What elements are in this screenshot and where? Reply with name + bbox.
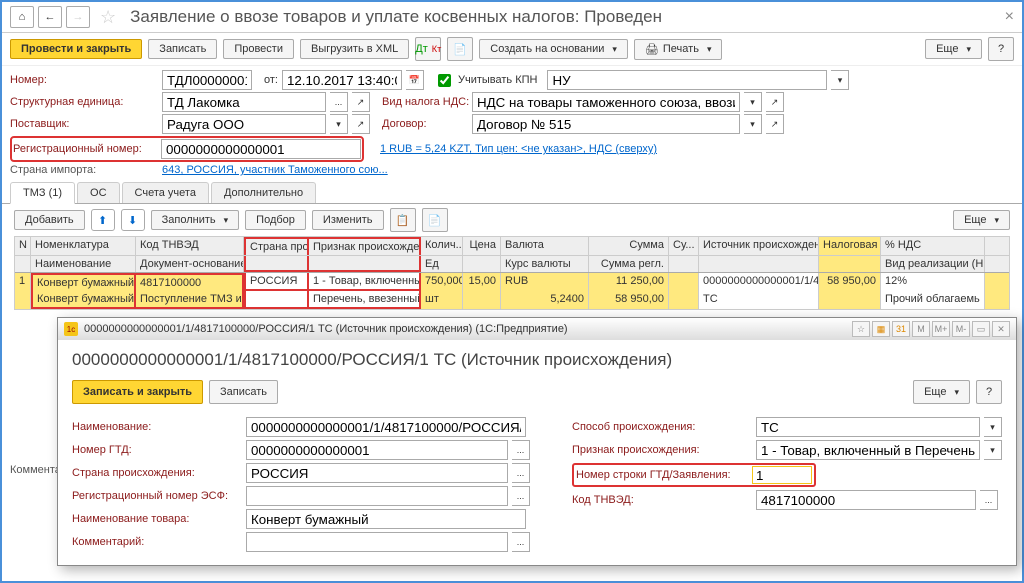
nomer-input[interactable] bbox=[162, 70, 252, 90]
struct-label: Структурная единица: bbox=[10, 96, 158, 108]
dialog-title: 0000000000000001/1/4817100000/РОССИЯ/1 Т… bbox=[84, 323, 568, 335]
strana-link[interactable]: 643, РОССИЯ, участник Таможенного сою... bbox=[162, 164, 388, 176]
paste-icon[interactable]: 📄 bbox=[422, 208, 448, 232]
rate-link[interactable]: 1 RUB = 5,24 KZT, Тип цен: <не указан>, … bbox=[380, 143, 657, 155]
up-icon[interactable]: ⬆ bbox=[91, 209, 115, 231]
down-icon[interactable]: ⬇ bbox=[121, 209, 145, 231]
mminus-icon[interactable]: M- bbox=[952, 321, 970, 337]
gtd-sel[interactable]: ... bbox=[512, 440, 530, 460]
dogovor-label: Договор: bbox=[382, 118, 468, 130]
vygruzit-xml-button[interactable]: Выгрузить в XML bbox=[300, 39, 409, 59]
esche-button[interactable]: Еще bbox=[925, 39, 982, 59]
tab-scheta[interactable]: Счета учета bbox=[122, 182, 209, 203]
tab-dop[interactable]: Дополнительно bbox=[211, 182, 316, 203]
tab-tmz[interactable]: ТМЗ (1) bbox=[10, 182, 75, 204]
fav-icon[interactable]: ☆ bbox=[852, 321, 870, 337]
dlg-priz[interactable] bbox=[756, 440, 980, 460]
m-icon[interactable]: M bbox=[912, 321, 930, 337]
attach-icon[interactable]: ДтКт bbox=[415, 37, 441, 61]
komment-label: Коммента bbox=[10, 464, 61, 476]
dlg-naimtov[interactable] bbox=[246, 509, 526, 529]
tab-os[interactable]: ОС bbox=[77, 182, 120, 203]
origin-dialog: 1c 0000000000000001/1/4817100000/РОССИЯ/… bbox=[57, 317, 1017, 566]
kpn-checkbox[interactable] bbox=[438, 74, 451, 87]
sozdat-button[interactable]: Создать на основании bbox=[479, 39, 628, 59]
pechat-button[interactable]: 🖨 Печать bbox=[634, 39, 723, 60]
vid-input[interactable] bbox=[472, 92, 740, 112]
dobavit-button[interactable]: Добавить bbox=[14, 210, 85, 230]
strana-sel[interactable]: ... bbox=[512, 463, 530, 483]
calc-icon[interactable]: ▦ bbox=[872, 321, 890, 337]
ot-input[interactable] bbox=[282, 70, 402, 90]
app-icon: 1c bbox=[64, 322, 78, 336]
dlg-gtd[interactable] bbox=[246, 440, 508, 460]
vid-open[interactable]: ↗ bbox=[766, 92, 784, 112]
vid-dd[interactable]: ▾ bbox=[744, 92, 762, 112]
help-icon[interactable]: ? bbox=[988, 37, 1014, 61]
struct-sel[interactable]: ... bbox=[330, 92, 348, 112]
nomer-label: Номер: bbox=[10, 74, 158, 86]
strana-label: Страна импорта: bbox=[10, 164, 158, 176]
dlg-komm[interactable] bbox=[246, 532, 508, 552]
grid-esche-button[interactable]: Еще bbox=[953, 210, 1010, 230]
dlg-min-icon[interactable]: ▭ bbox=[972, 321, 990, 337]
reg-input[interactable] bbox=[161, 139, 361, 159]
provesti-button[interactable]: Провести bbox=[223, 39, 294, 59]
dlg-sposob[interactable] bbox=[756, 417, 980, 437]
ot-label: от: bbox=[264, 74, 278, 86]
page-title: Заявление о ввозе товаров и уплате косве… bbox=[130, 7, 662, 27]
kod-sel[interactable]: ... bbox=[980, 490, 998, 510]
dogovor-open[interactable]: ↗ bbox=[766, 114, 784, 134]
forward-icon[interactable]: → bbox=[66, 6, 90, 28]
izmenit-button[interactable]: Изменить bbox=[312, 210, 384, 230]
mplus-icon[interactable]: M+ bbox=[932, 321, 950, 337]
dlg-zapisat[interactable]: Записать bbox=[209, 380, 278, 404]
star-icon[interactable]: ☆ bbox=[100, 7, 116, 28]
struct-open[interactable]: ↗ bbox=[352, 92, 370, 112]
zapolnit-button[interactable]: Заполнить bbox=[151, 210, 240, 230]
sposob-dd[interactable]: ▾ bbox=[984, 417, 1002, 437]
vid-label: Вид налога НДС: bbox=[382, 96, 468, 108]
provesti-zakryt-button[interactable]: Провести и закрыть bbox=[10, 39, 142, 59]
priz-dd[interactable]: ▾ bbox=[984, 440, 1002, 460]
regesf-sel[interactable]: ... bbox=[512, 486, 530, 506]
zapisat-button[interactable]: Записать bbox=[148, 39, 217, 59]
dialog-heading: 0000000000000001/1/4817100000/РОССИЯ/1 Т… bbox=[72, 350, 1002, 370]
podbor-button[interactable]: Подбор bbox=[245, 210, 306, 230]
struct-input[interactable] bbox=[162, 92, 326, 112]
dogovor-dd[interactable]: ▾ bbox=[744, 114, 762, 134]
dlg-esche[interactable]: Еще bbox=[913, 380, 970, 404]
post-input[interactable] bbox=[162, 114, 326, 134]
back-icon[interactable]: ← bbox=[38, 6, 62, 28]
calendar-icon[interactable]: 📅 bbox=[406, 70, 424, 90]
close-icon[interactable]: × bbox=[1005, 8, 1014, 26]
grid: N Номенклатура Код ТНВЭД Страна происхож… bbox=[14, 236, 1010, 310]
copy-icon[interactable]: 📋 bbox=[390, 208, 416, 232]
reg-label: Регистрационный номер: bbox=[13, 143, 161, 155]
dlg-kod[interactable] bbox=[756, 490, 976, 510]
dlg-nstr[interactable] bbox=[752, 466, 812, 484]
table-row[interactable]: Конверт бумажный Поступление ТМЗ и ... П… bbox=[15, 291, 1009, 309]
kpn-input[interactable] bbox=[547, 70, 827, 90]
dlg-naim[interactable] bbox=[246, 417, 526, 437]
dlg-zapisat-zakryt[interactable]: Записать и закрыть bbox=[72, 380, 203, 404]
dogovor-input[interactable] bbox=[472, 114, 740, 134]
dlg-help-icon[interactable]: ? bbox=[976, 380, 1002, 404]
table-row[interactable]: 1 Конверт бумажный 4817100000 РОССИЯ 1 -… bbox=[15, 273, 1009, 291]
post-dd[interactable]: ▾ bbox=[330, 114, 348, 134]
post-open[interactable]: ↗ bbox=[352, 114, 370, 134]
home-icon[interactable]: ⌂ bbox=[10, 6, 34, 28]
komm-sel[interactable]: ... bbox=[512, 532, 530, 552]
kpn-dd[interactable]: ▾ bbox=[831, 70, 849, 90]
dlg-regesf[interactable] bbox=[246, 486, 508, 506]
dlg-close-icon[interactable]: ✕ bbox=[992, 321, 1010, 337]
kpn-label: Учитывать КПН bbox=[458, 74, 538, 86]
cal-icon[interactable]: 31 bbox=[892, 321, 910, 337]
post-label: Поставщик: bbox=[10, 118, 158, 130]
doc-icon[interactable]: 📄 bbox=[447, 37, 473, 61]
dlg-strana[interactable] bbox=[246, 463, 508, 483]
